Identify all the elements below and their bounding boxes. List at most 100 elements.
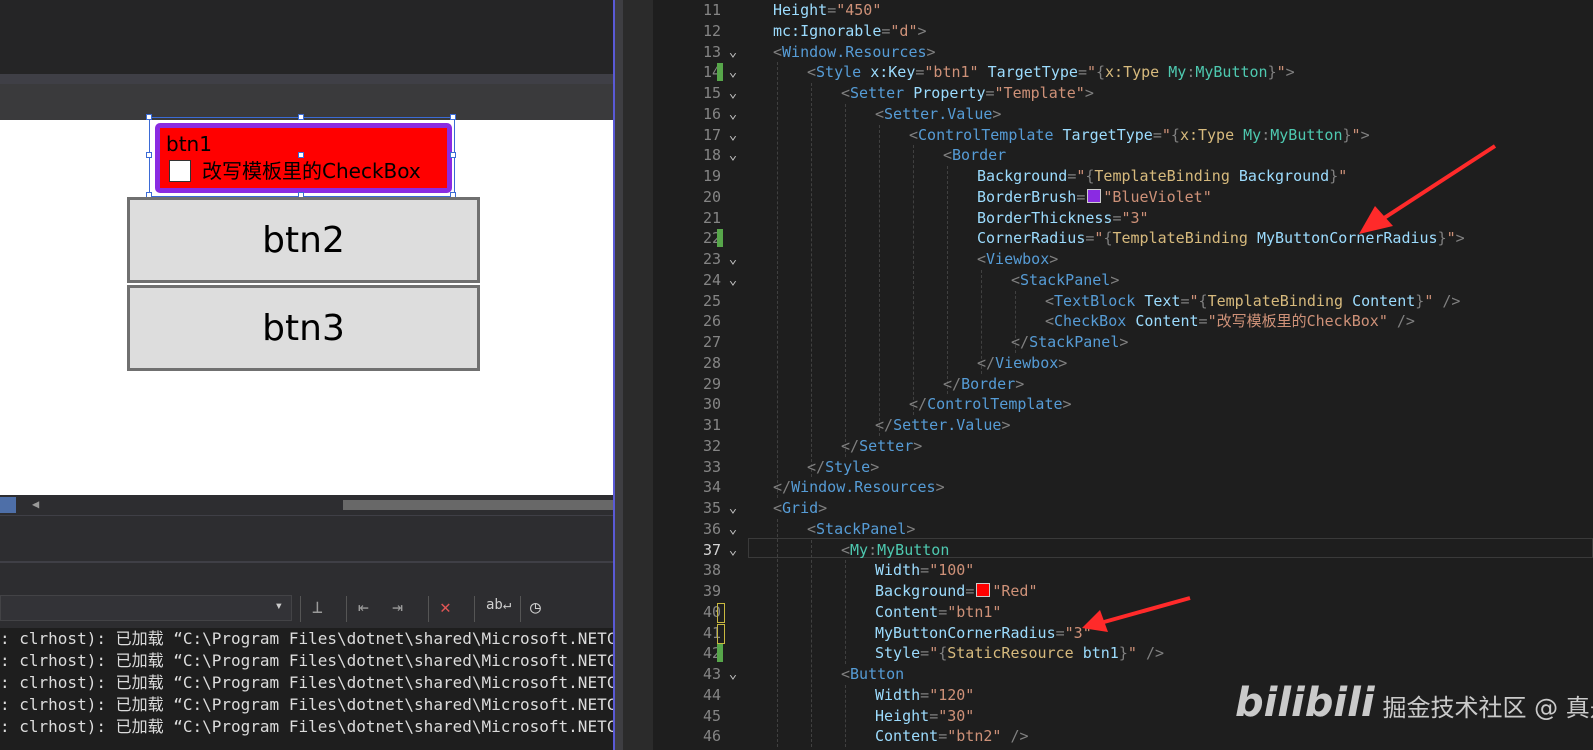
fold-chevron-icon[interactable]: ⌄ [724, 104, 742, 125]
previous-message-icon[interactable]: ⇤ [358, 597, 369, 618]
code-token: = [1152, 125, 1162, 144]
code-line[interactable]: Background= "Red" [875, 581, 1038, 602]
code-token: < [807, 63, 817, 82]
color-swatch-icon[interactable] [1087, 188, 1102, 203]
code-token: < [943, 146, 953, 165]
button-btn3[interactable]: btn3 [127, 285, 480, 371]
code-line[interactable]: <Style x:Key="btn1" TargetType="{x:Type … [807, 62, 1295, 83]
selection-handle[interactable] [146, 152, 152, 158]
code-token: "BlueViolet" [1103, 187, 1212, 206]
find-message-icon[interactable]: ⊥ [312, 597, 323, 618]
code-line[interactable]: </Window.Resources> [773, 477, 945, 498]
code-line[interactable]: Style="{StaticResource btn1}" /> [875, 643, 1164, 664]
code-token: /> [1010, 727, 1029, 746]
code-line[interactable]: <TextBlock Text="{TemplateBinding Conten… [1045, 291, 1460, 312]
code-token: = [1055, 623, 1065, 642]
code-line[interactable]: Background="{TemplateBinding Background}… [977, 166, 1347, 187]
code-line[interactable]: </Setter.Value> [875, 415, 1010, 436]
code-line[interactable]: <Window.Resources> [773, 42, 936, 63]
fold-chevron-icon[interactable]: ⌄ [724, 270, 742, 291]
output-log[interactable]: : clrhost): 已加载 “C:\Program Files\dotnet… [0, 628, 623, 750]
code-token: Border [961, 374, 1016, 393]
scrollbar-thumb[interactable] [343, 500, 623, 510]
code-token: > [1084, 84, 1094, 102]
code-line[interactable]: </ControlTemplate> [909, 394, 1072, 415]
code-line[interactable]: Height="30" [875, 706, 974, 727]
code-line[interactable]: <Border [943, 145, 1006, 166]
fold-chevron-icon[interactable]: ⌄ [724, 62, 742, 83]
code-line[interactable]: MyButtonCornerRadius="3" [875, 623, 1092, 644]
code-line[interactable]: </Style> [807, 457, 879, 478]
code-line[interactable]: <Button [841, 664, 904, 685]
code-line[interactable]: Content="btn1" [875, 602, 1001, 623]
selection-handle[interactable] [146, 114, 152, 120]
code-token: = [938, 602, 948, 621]
code-line[interactable]: <StackPanel> [807, 519, 915, 540]
code-line[interactable]: Height="450" [773, 0, 881, 21]
code-token: > [917, 21, 927, 40]
fold-chevron-icon[interactable]: ⌄ [724, 249, 742, 270]
output-line: : clrhost): 已加载 “C:\Program Files\dotnet… [0, 673, 623, 692]
code-line[interactable]: </Viewbox> [977, 353, 1067, 374]
line-number: 14 [702, 63, 721, 82]
fold-chevron-icon[interactable]: ⌄ [724, 498, 742, 519]
word-wrap-icon[interactable]: ab↵ [486, 597, 511, 613]
xaml-code-editor[interactable]: 11 Height="450" 12 mc:Ignorable="d"> 13 ⌄ <Win… [623, 0, 1593, 750]
button-btn2[interactable]: btn2 [127, 197, 480, 283]
output-source-select[interactable]: ▾ [0, 595, 292, 621]
selection-handle[interactable] [450, 152, 456, 158]
next-message-icon[interactable]: ⇥ [392, 597, 403, 618]
color-swatch-icon[interactable] [976, 583, 991, 597]
code-line[interactable]: <My:MyButton [841, 540, 949, 561]
code-line[interactable]: <StackPanel> [1011, 270, 1119, 291]
fold-chevron-icon[interactable]: ⌄ [724, 125, 742, 146]
fold-chevron-icon[interactable]: ⌄ [724, 83, 742, 104]
code-line[interactable]: Width="100" [875, 560, 974, 581]
selection-handle[interactable] [298, 152, 304, 158]
code-line[interactable]: <Setter.Value> [875, 104, 1001, 125]
fold-chevron-icon[interactable]: ⌄ [724, 664, 742, 685]
code-line[interactable]: Width="120" [875, 685, 974, 706]
code-token: Property [913, 84, 986, 102]
code-token: > [1285, 63, 1295, 82]
code-line[interactable]: </Border> [943, 374, 1024, 395]
selection-handle[interactable] [298, 114, 304, 120]
code-line[interactable]: <ControlTemplate TargetType="{x:Type My:… [909, 125, 1370, 146]
code-token: CornerRadius [977, 229, 1086, 248]
line-number: 34 [702, 478, 721, 497]
code-token: Window.Resources [782, 42, 927, 61]
code-line[interactable]: mc:Ignorable="d"> [773, 21, 927, 42]
zoom-fit-icon[interactable] [0, 497, 16, 513]
pane-splitter[interactable] [615, 0, 623, 750]
clear-all-icon[interactable]: ✕ [440, 597, 451, 618]
selection-handle[interactable] [450, 114, 456, 120]
fold-chevron-icon[interactable]: ⌄ [724, 42, 742, 63]
code-token: > [1049, 250, 1059, 268]
fold-chevron-icon[interactable]: ⌄ [724, 540, 742, 561]
code-line[interactable]: <CheckBox Content="改写模板里的CheckBox" /> [1045, 311, 1415, 332]
code-token: } [1342, 125, 1352, 144]
code-line[interactable]: <Grid> [773, 498, 827, 519]
code-line[interactable]: BorderThickness="3" [977, 208, 1149, 229]
designer-ruler [0, 84, 623, 120]
code-line[interactable]: BorderBrush= "BlueViolet" [977, 187, 1212, 208]
code-token: < [977, 250, 987, 268]
code-token: TextBlock [1054, 291, 1136, 310]
designer-horizontal-scrollbar[interactable]: ◀ [0, 495, 623, 515]
fold-chevron-icon[interactable]: ⌄ [724, 519, 742, 540]
design-canvas[interactable]: btn1 改写模板里的CheckBox btn2 btn3 [0, 114, 623, 495]
code-token: { [1198, 291, 1208, 310]
code-line[interactable]: <Viewbox> [977, 249, 1058, 270]
scroll-left-icon[interactable]: ◀ [32, 497, 39, 511]
bilibili-logo: bilibili [1235, 680, 1375, 726]
code-line[interactable]: Content="btn2" /> [875, 726, 1029, 747]
clock-icon[interactable]: ◷ [530, 597, 541, 618]
code-line[interactable]: </StackPanel> [1011, 332, 1128, 353]
code-token: My [850, 540, 869, 559]
fold-chevron-icon[interactable]: ⌄ [724, 145, 742, 166]
watermark-text: 掘金技术社区 @ 真是他 [1382, 694, 1593, 722]
code-token: "120" [929, 685, 975, 704]
code-line[interactable]: <Setter Property="Template"> [841, 83, 1094, 104]
code-line[interactable]: </Setter> [841, 436, 922, 457]
